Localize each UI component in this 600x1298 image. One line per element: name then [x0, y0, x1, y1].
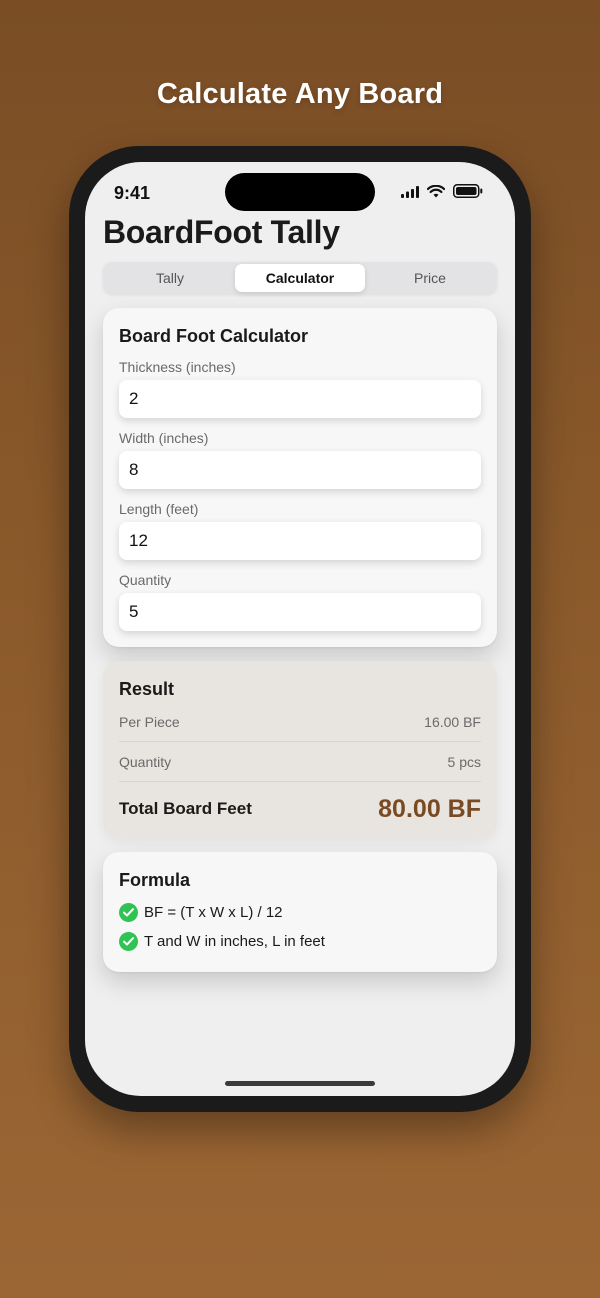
checkmark-circle-icon	[119, 903, 138, 922]
segmented-control: Tally Calculator Price	[103, 262, 497, 294]
length-label: Length (feet)	[119, 501, 199, 517]
tab-tally[interactable]: Tally	[105, 264, 235, 292]
home-indicator[interactable]	[225, 1081, 375, 1086]
formula-text: BF = (T x W x L) / 12	[144, 904, 283, 921]
quantity-row: Quantity 5 pcs	[119, 742, 481, 782]
per-piece-value: 16.00 BF	[424, 713, 481, 730]
cellular-signal-icon	[401, 185, 419, 203]
battery-icon	[453, 184, 483, 203]
quantity-result-label: Quantity	[119, 753, 172, 770]
total-row: Total Board Feet 80.00 BF	[119, 782, 481, 836]
quantity-label: Quantity	[119, 572, 172, 588]
total-board-feet-value: 80.00 BF	[378, 794, 481, 823]
board-foot-calculator-card: Board Foot Calculator Thickness (inches)…	[103, 308, 497, 647]
thickness-input[interactable]: 2	[119, 380, 481, 418]
phone-frame: 9:41 BoardFoot Tally Tally Calculator Pr…	[69, 146, 531, 1112]
app-title: BoardFoot Tally	[103, 214, 340, 250]
formula-item: T and W in inches, L in feet	[119, 932, 481, 951]
tab-price[interactable]: Price	[365, 264, 495, 292]
per-piece-row: Per Piece 16.00 BF	[119, 702, 481, 742]
width-label: Width (inches)	[119, 430, 209, 446]
wifi-icon	[426, 184, 446, 203]
checkmark-circle-icon	[119, 932, 138, 951]
dynamic-island	[225, 173, 375, 211]
width-input[interactable]: 8	[119, 451, 481, 489]
tab-calculator[interactable]: Calculator	[235, 264, 365, 292]
result-title: Result	[119, 679, 175, 699]
total-board-feet-label: Total Board Feet	[119, 799, 252, 818]
per-piece-label: Per Piece	[119, 713, 180, 730]
length-input[interactable]: 12	[119, 522, 481, 560]
result-card: Result Per Piece 16.00 BF Quantity 5 pcs…	[103, 661, 497, 838]
marketing-headline: Calculate Any Board	[156, 78, 444, 110]
status-icons	[401, 184, 483, 203]
quantity-input[interactable]: 5	[119, 593, 481, 631]
calculator-title: Board Foot Calculator	[119, 326, 309, 346]
quantity-result-value: 5 pcs	[447, 753, 481, 770]
formula-title: Formula	[119, 870, 191, 890]
formula-item: BF = (T x W x L) / 12	[119, 903, 481, 922]
phone-screen: 9:41 BoardFoot Tally Tally Calculator Pr…	[85, 162, 515, 1096]
thickness-label: Thickness (inches)	[119, 359, 236, 375]
formula-card: Formula BF = (T x W x L) / 12 T and W in…	[103, 852, 497, 972]
formula-units-text: T and W in inches, L in feet	[144, 933, 325, 950]
status-time: 9:41	[114, 183, 151, 203]
